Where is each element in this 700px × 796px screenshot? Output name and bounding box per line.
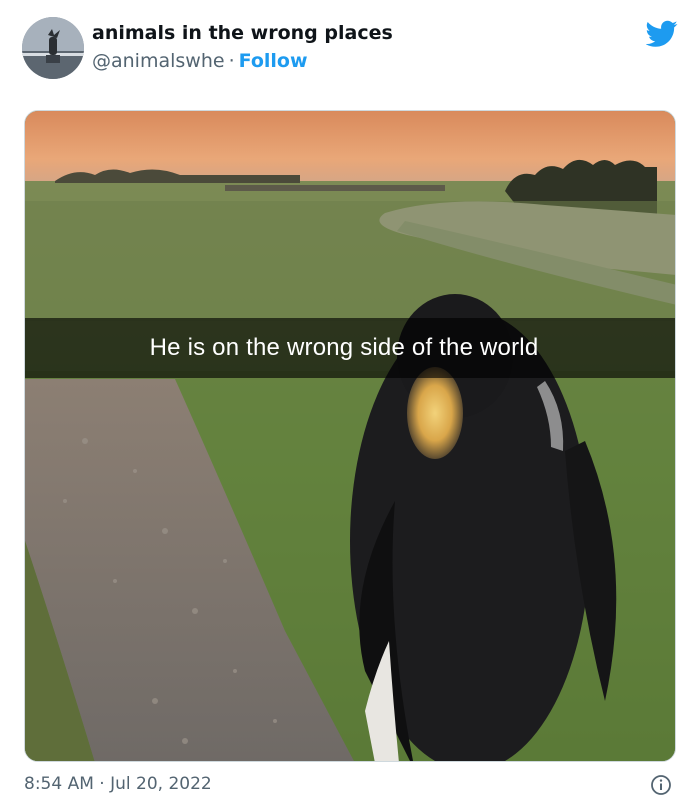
tweet-timestamp[interactable]: 8:54 AM · Jul 20, 2022 — [24, 774, 212, 794]
info-icon[interactable] — [650, 774, 672, 796]
tweet-media[interactable]: He is on the wrong side of the world — [24, 110, 676, 762]
caption-text: He is on the wrong side of the world — [149, 334, 539, 361]
account-meta: @animalswhe · Follow — [92, 50, 308, 72]
avatar-photo-icon — [22, 17, 84, 79]
meta-separator: · — [228, 50, 235, 72]
avatar[interactable] — [22, 17, 84, 79]
twitter-bird-icon[interactable] — [646, 20, 678, 48]
handle[interactable]: @animalswhe — [92, 50, 225, 72]
snapchat-caption-bar: He is on the wrong side of the world — [25, 318, 675, 378]
penguin-photo — [25, 111, 675, 761]
tweet-card: animals in the wrong places @animalswhe ·… — [0, 0, 700, 795]
follow-button[interactable]: Follow — [239, 50, 308, 72]
display-name[interactable]: animals in the wrong places — [92, 22, 393, 44]
